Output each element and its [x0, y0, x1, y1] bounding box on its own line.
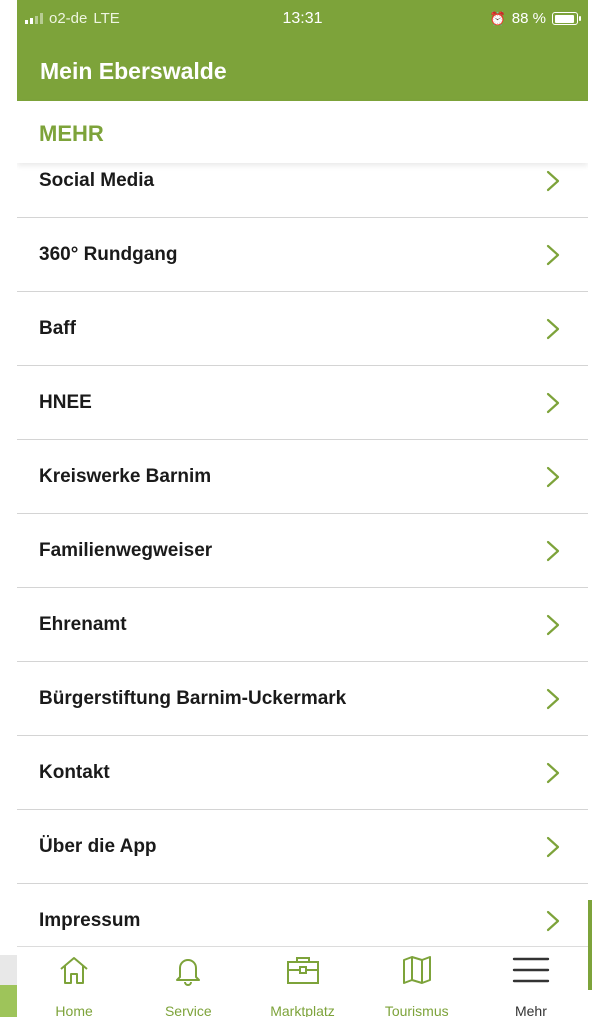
menu-item[interactable]: Baff [17, 292, 588, 366]
chevron-right-icon [546, 762, 560, 783]
chevron-right-icon [546, 466, 560, 487]
chevron-right-icon [546, 170, 560, 191]
menu-item[interactable]: HNEE [17, 366, 588, 440]
menu-item[interactable]: Kreiswerke Barnim [17, 440, 588, 514]
chevron-right-icon [546, 836, 560, 857]
background-edge [0, 955, 17, 985]
menu-item[interactable]: Bürgerstiftung Barnim-Uckermark [17, 662, 588, 736]
tab-marktplatz[interactable]: Marktplatz [245, 947, 359, 1017]
chevron-right-icon [546, 540, 560, 561]
tab-service[interactable]: Service [131, 947, 245, 1017]
menu-item-label: Ehrenamt [39, 613, 127, 635]
tab-home[interactable]: Home [17, 947, 131, 1017]
tab-tourismus[interactable]: Tourismus [360, 947, 474, 1017]
background-edge-green [0, 985, 17, 1017]
tab-label: Marktplatz [270, 1003, 335, 1017]
tab-label: Mehr [514, 1003, 547, 1017]
chevron-right-icon [546, 688, 560, 709]
status-bar: o2-de LTE 13:31 ⏰ 88 % [17, 0, 588, 42]
tab-label: Service [164, 1003, 212, 1017]
chevron-right-icon [546, 318, 560, 339]
background-edge-right [588, 900, 592, 990]
chevron-right-icon [546, 614, 560, 635]
alarm-icon: ⏰ [489, 10, 506, 26]
header-bar: o2-de LTE 13:31 ⏰ 88 % Mein Eberswalde [17, 0, 588, 101]
app-title: Mein Eberswalde [40, 58, 227, 84]
menu-item-label: Kontakt [39, 761, 110, 783]
menu-item-label: HNEE [39, 391, 92, 413]
app-screen: o2-de LTE 13:31 ⏰ 88 % Mein Eberswalde M… [17, 0, 588, 1017]
menu-item-label: Social Media [39, 169, 155, 191]
tab-mehr[interactable]: Mehr [474, 947, 588, 1017]
menu-item-label: Über die App [39, 835, 157, 857]
menu-item[interactable]: 360° Rundgang [17, 218, 588, 292]
menu-item[interactable]: Kontakt [17, 736, 588, 810]
chevron-right-icon [546, 244, 560, 265]
menu-item-label: Familienwegweiser [39, 539, 213, 561]
menu-item-label: Baff [39, 317, 76, 339]
tab-label: Tourismus [384, 1003, 449, 1017]
status-right: ⏰ 88 % [489, 10, 581, 27]
menu-item[interactable]: Familienwegweiser [17, 514, 588, 588]
menu-item-label: Bürgerstiftung Barnim-Uckermark [39, 687, 347, 709]
battery-percent: 88 % [511, 10, 546, 27]
tab-label: Home [55, 1003, 93, 1017]
menu-list: Social Media 360° Rundgang Baff HNEE Kreiswe… [17, 144, 588, 958]
menu-item-label: 360° Rundgang [39, 243, 178, 265]
section-title: MEHR [39, 121, 104, 146]
section-header: MEHR [17, 101, 588, 163]
chevron-right-icon [546, 392, 560, 413]
tab-bar: Home Service Marktplatz Tourismus Mehr [17, 946, 588, 1017]
menu-item-label: Impressum [39, 909, 141, 931]
menu-item-label: Kreiswerke Barnim [39, 465, 212, 487]
menu-item[interactable]: Über die App [17, 810, 588, 884]
chevron-right-icon [546, 910, 560, 931]
menu-item[interactable]: Ehrenamt [17, 588, 588, 662]
battery-icon [552, 12, 581, 25]
